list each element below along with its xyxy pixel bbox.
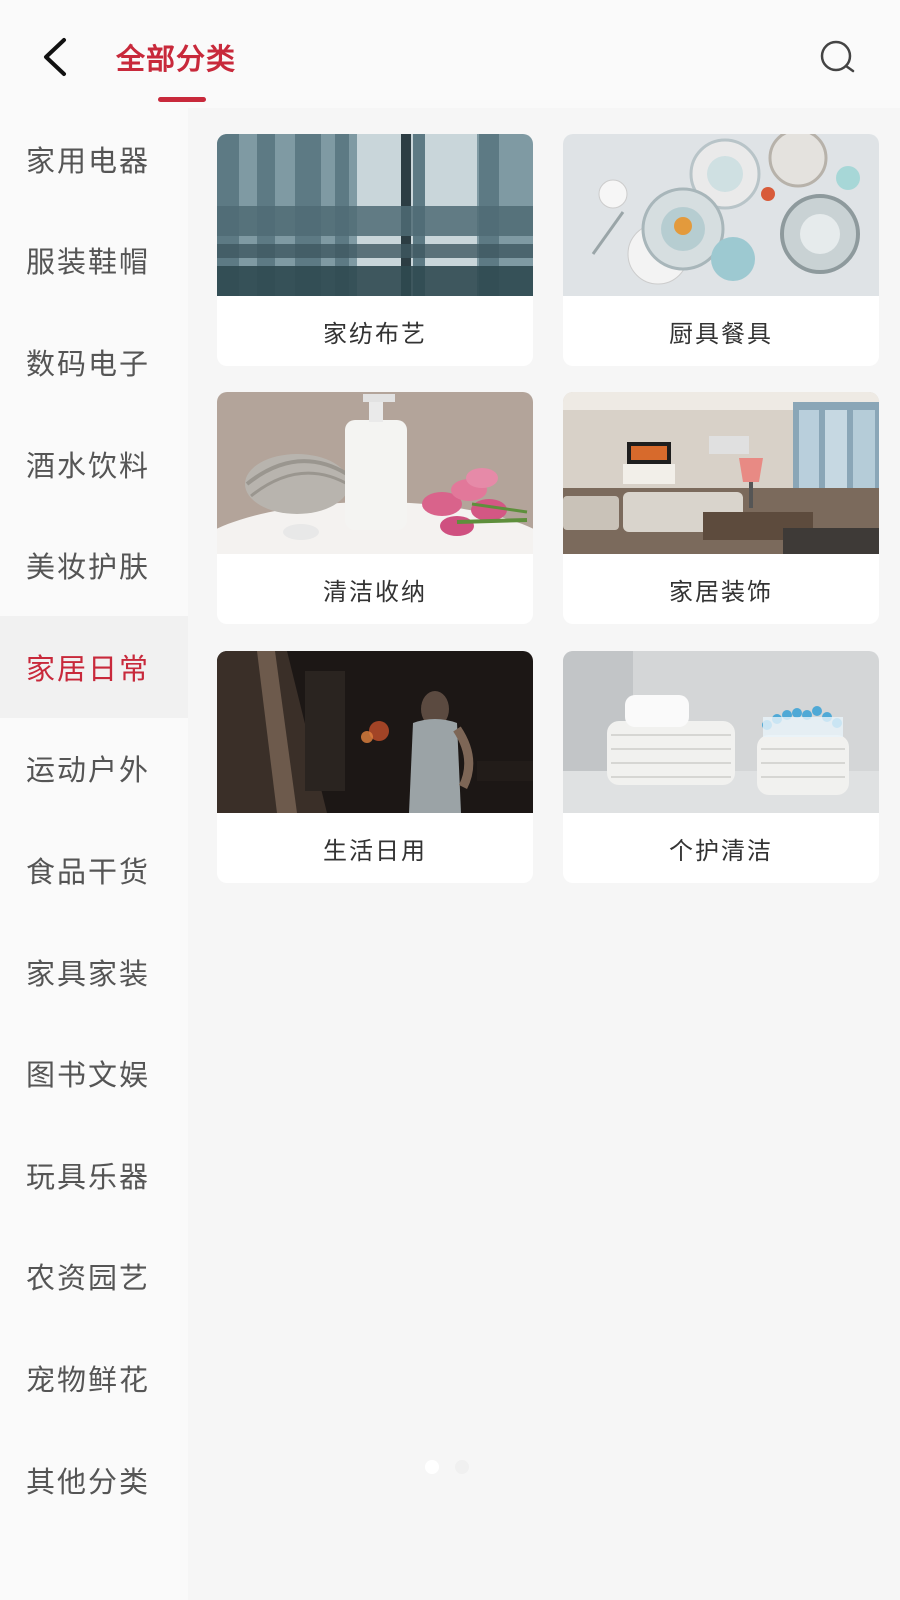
sidebar-item-apparel[interactable]: 服装鞋帽 — [0, 210, 188, 312]
sidebar-item-appliances[interactable]: 家用电器 — [0, 108, 188, 210]
sidebar-item-pets[interactable]: 宠物鲜花 — [0, 1327, 188, 1429]
kitchen-person-photo — [217, 651, 533, 813]
category-card-kitchenware[interactable]: 厨具餐具 — [563, 134, 879, 366]
living-room-photo — [563, 392, 879, 554]
page-dot — [455, 1460, 469, 1474]
subcategory-grid: 家纺布艺 厨具餐具 清洁收纳 家居装饰 生活日用 个护清洁 — [188, 108, 900, 1600]
category-label: 清洁收纳 — [323, 577, 427, 606]
sidebar-item-other[interactable]: 其他分类 — [0, 1429, 188, 1531]
category-card-daily-use[interactable]: 生活日用 — [217, 651, 533, 883]
sidebar-item-books[interactable]: 图书文娱 — [0, 1022, 188, 1124]
category-card-textiles[interactable]: 家纺布艺 — [217, 134, 533, 366]
sidebar-item-toys[interactable]: 玩具乐器 — [0, 1124, 188, 1226]
sidebar-item-beauty[interactable]: 美妆护肤 — [0, 514, 188, 616]
chevron-left-icon — [44, 38, 66, 76]
category-label: 生活日用 — [323, 836, 427, 865]
sidebar-item-beverages[interactable]: 酒水饮料 — [0, 413, 188, 515]
curtain-photo — [217, 134, 533, 296]
title-underline — [158, 97, 206, 102]
search-button[interactable] — [816, 36, 860, 80]
sidebar-item-home-daily[interactable]: 家居日常 — [0, 615, 188, 718]
sidebar-item-sports[interactable]: 运动户外 — [0, 718, 188, 820]
page-title: 全部分类 — [116, 42, 237, 76]
category-sidebar: 家用电器 服装鞋帽 数码电子 酒水饮料 美妆护肤 家居日常 运动户外 食品干货 … — [0, 108, 188, 1600]
page-dot-active — [425, 1460, 439, 1474]
sidebar-item-gardening[interactable]: 农资园艺 — [0, 1226, 188, 1328]
category-label: 个护清洁 — [669, 836, 773, 865]
category-label: 家居装饰 — [669, 577, 773, 606]
sidebar-item-food[interactable]: 食品干货 — [0, 819, 188, 921]
app-header: 全部分类 — [0, 0, 900, 108]
tableware-photo — [563, 134, 879, 296]
sidebar-item-furniture[interactable]: 家具家装 — [0, 921, 188, 1023]
page-indicator — [425, 1460, 469, 1474]
category-label: 厨具餐具 — [669, 319, 773, 348]
sidebar-item-digital[interactable]: 数码电子 — [0, 311, 188, 413]
search-icon — [820, 40, 855, 73]
category-label: 家纺布艺 — [323, 319, 427, 348]
category-card-personal-care[interactable]: 个护清洁 — [563, 651, 879, 883]
category-card-home-decor[interactable]: 家居装饰 — [563, 392, 879, 624]
category-card-cleaning-storage[interactable]: 清洁收纳 — [217, 392, 533, 624]
cotton-basket-photo — [563, 651, 879, 813]
towel-soap-flowers-photo — [217, 392, 533, 554]
back-button[interactable] — [30, 30, 80, 84]
